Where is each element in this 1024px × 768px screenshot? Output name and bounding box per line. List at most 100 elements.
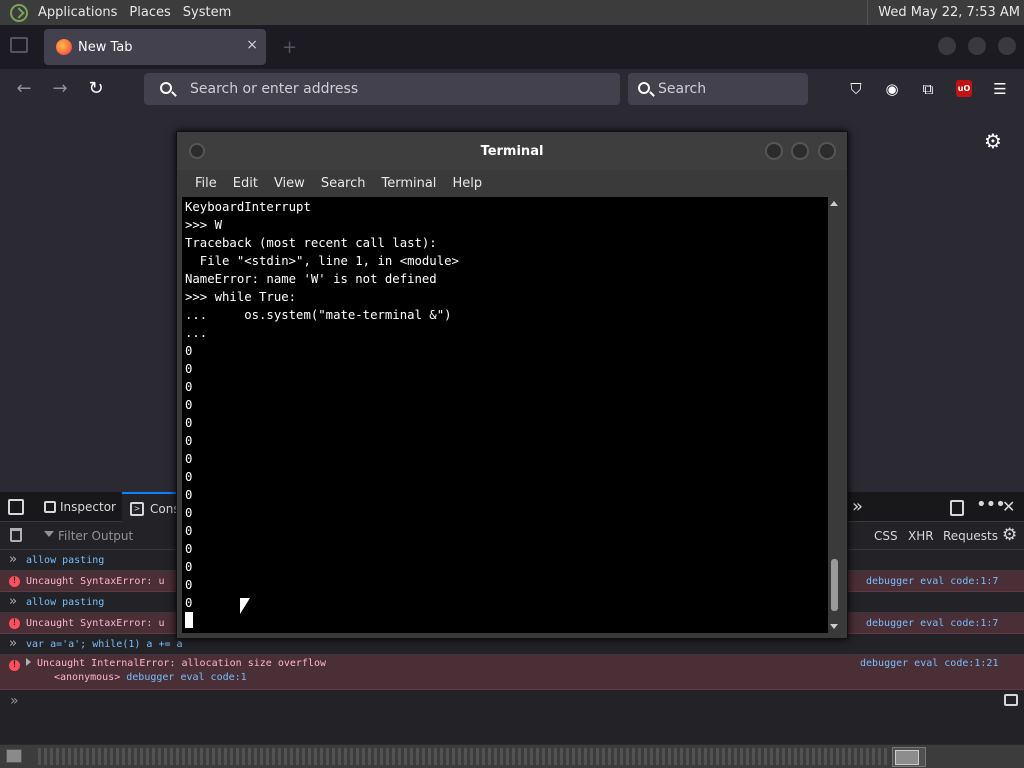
message-text: allow pasting	[26, 555, 105, 566]
message-location-link[interactable]: debugger eval code:1:7	[866, 613, 998, 633]
settings-gear-icon[interactable]: ⚙	[982, 130, 1004, 152]
hamburger-menu-icon[interactable]: ☰	[990, 79, 1010, 99]
scroll-down-icon[interactable]	[830, 624, 838, 629]
error-icon: !	[9, 618, 20, 629]
terminal-line: 0	[185, 362, 193, 376]
forward-icon[interactable]: →	[48, 77, 72, 101]
maximize-icon[interactable]	[968, 37, 986, 55]
address-bar[interactable]: Search or enter address	[144, 73, 620, 105]
filter-css-button[interactable]: CSS	[874, 522, 898, 550]
message-text: Uncaught SyntaxError: u	[26, 576, 165, 587]
message-text: allow pasting	[26, 597, 105, 608]
element-picker-icon[interactable]	[8, 499, 24, 515]
message-text: Uncaught SyntaxError: u	[26, 618, 165, 629]
terminal-line: File "<stdin>", line 1, in <module>	[185, 254, 459, 268]
clock[interactable]: Wed May 22, 7:53 AM	[867, 0, 1020, 25]
filter-output-input[interactable]: Filter Output	[44, 522, 133, 550]
reload-icon[interactable]: ↻	[84, 77, 108, 101]
minimize-icon[interactable]	[938, 37, 956, 55]
terminal-line: 0	[185, 506, 193, 520]
dock-side-icon[interactable]	[950, 500, 964, 516]
expand-stack-icon[interactable]	[26, 658, 31, 666]
terminal-line: NameError: name 'W' is not defined	[185, 272, 437, 286]
search-icon	[160, 82, 172, 94]
search-icon	[638, 82, 650, 94]
menu-terminal[interactable]: Terminal	[373, 176, 444, 191]
places-menu[interactable]: Places	[123, 5, 176, 20]
scroll-up-icon[interactable]	[830, 201, 838, 206]
tab-list-icon[interactable]	[10, 37, 28, 53]
terminal-maximize-icon[interactable]	[791, 142, 809, 160]
terminal-titlebar[interactable]: Terminal	[177, 132, 847, 170]
input-chevron-icon: »	[9, 594, 17, 609]
tab-console[interactable]: > Cons	[122, 492, 182, 522]
message-location-link[interactable]: debugger eval code:1:7	[866, 571, 998, 591]
tab-close-icon[interactable]: ×	[246, 37, 258, 53]
terminal-line: KeyboardInterrupt	[185, 200, 311, 214]
sidebar-toggle-icon[interactable]	[1004, 694, 1018, 706]
applications-menu[interactable]: Applications	[32, 5, 123, 20]
terminal-line: 0	[185, 470, 193, 484]
terminal-cursor-line	[185, 612, 828, 630]
new-tab-plus-icon[interactable]: +	[282, 37, 297, 58]
scrollbar-thumb[interactable]	[831, 558, 838, 612]
devtools-options-icon[interactable]: •••	[976, 494, 1006, 515]
window-close-icon[interactable]	[998, 37, 1016, 55]
search-bar[interactable]: Search	[628, 73, 808, 105]
terminal-line: 0	[185, 398, 193, 412]
terminal-screen[interactable]: KeyboardInterrupt >>> W Traceback (most re…	[182, 197, 828, 633]
window-list[interactable]	[38, 748, 890, 765]
extensions-icon[interactable]: ⧉	[918, 79, 938, 99]
terminal-close-icon[interactable]	[818, 142, 836, 160]
tab-title: New Tab	[78, 39, 133, 55]
stack-location-link[interactable]: debugger eval code:1	[126, 672, 246, 683]
window-menu-icon[interactable]	[189, 143, 205, 159]
terminal-line: Traceback (most recent call last):	[185, 236, 437, 250]
terminal-line: 0	[185, 578, 193, 592]
account-icon[interactable]: ◉	[882, 79, 902, 99]
menu-edit[interactable]: Edit	[225, 176, 266, 191]
mouse-pointer-icon	[240, 598, 250, 614]
back-icon[interactable]: ←	[12, 77, 36, 101]
console-error-message: ! Uncaught InternalError: allocation siz…	[0, 655, 1024, 690]
console-icon: >	[130, 502, 144, 516]
menu-view[interactable]: View	[266, 176, 313, 191]
show-desktop-icon[interactable]	[6, 749, 22, 763]
terminal-minimize-icon[interactable]	[765, 142, 783, 160]
terminal-scrollbar[interactable]	[828, 197, 841, 633]
more-tools-chevron-icon[interactable]: »	[852, 496, 863, 517]
devtools-close-icon[interactable]: ✕	[1002, 497, 1015, 516]
system-menu[interactable]: System	[177, 5, 237, 20]
terminal-line: 0	[185, 596, 193, 610]
clear-console-trash-icon[interactable]	[10, 528, 22, 542]
message-location-link[interactable]: debugger eval code:1:21	[860, 657, 998, 671]
filter-requests-button[interactable]: Requests	[943, 522, 998, 550]
browser-tab-bar: New Tab × +	[0, 25, 1024, 69]
filter-icon	[44, 531, 54, 537]
terminal-cursor	[185, 612, 193, 628]
mate-logo-icon[interactable]	[10, 3, 28, 22]
tab-inspector[interactable]: Inspector	[36, 492, 126, 522]
filter-xhr-button[interactable]: XHR	[908, 522, 934, 550]
terminal-line: 0	[185, 524, 193, 538]
tab-new-tab[interactable]: New Tab ×	[44, 29, 266, 65]
stack-frame: <anonymous> debugger eval code:1	[26, 671, 1024, 685]
system-top-panel: Applications Places System Wed May 22, 7…	[0, 0, 1024, 25]
pocket-icon[interactable]: ⛉	[846, 79, 866, 99]
inspector-icon	[44, 501, 56, 513]
terminal-line: ...	[185, 326, 208, 340]
workspace-switcher[interactable]	[892, 747, 926, 767]
menu-search[interactable]: Search	[313, 176, 374, 191]
terminal-line: 0	[185, 542, 193, 556]
menu-help[interactable]: Help	[444, 176, 490, 191]
message-text: Uncaught InternalError: allocation size …	[37, 658, 326, 669]
console-settings-gear-icon[interactable]: ⚙	[1002, 525, 1017, 545]
ublock-icon[interactable]: uO	[956, 80, 972, 97]
console-input[interactable]: »	[0, 690, 1024, 712]
filter-placeholder: Filter Output	[58, 529, 134, 543]
terminal-menubar: File Edit View Search Terminal Help	[177, 170, 847, 196]
terminal-line: >>> W	[185, 218, 223, 232]
menu-file[interactable]: File	[187, 176, 225, 191]
error-icon: !	[9, 576, 20, 587]
input-chevron-icon: »	[9, 636, 17, 651]
